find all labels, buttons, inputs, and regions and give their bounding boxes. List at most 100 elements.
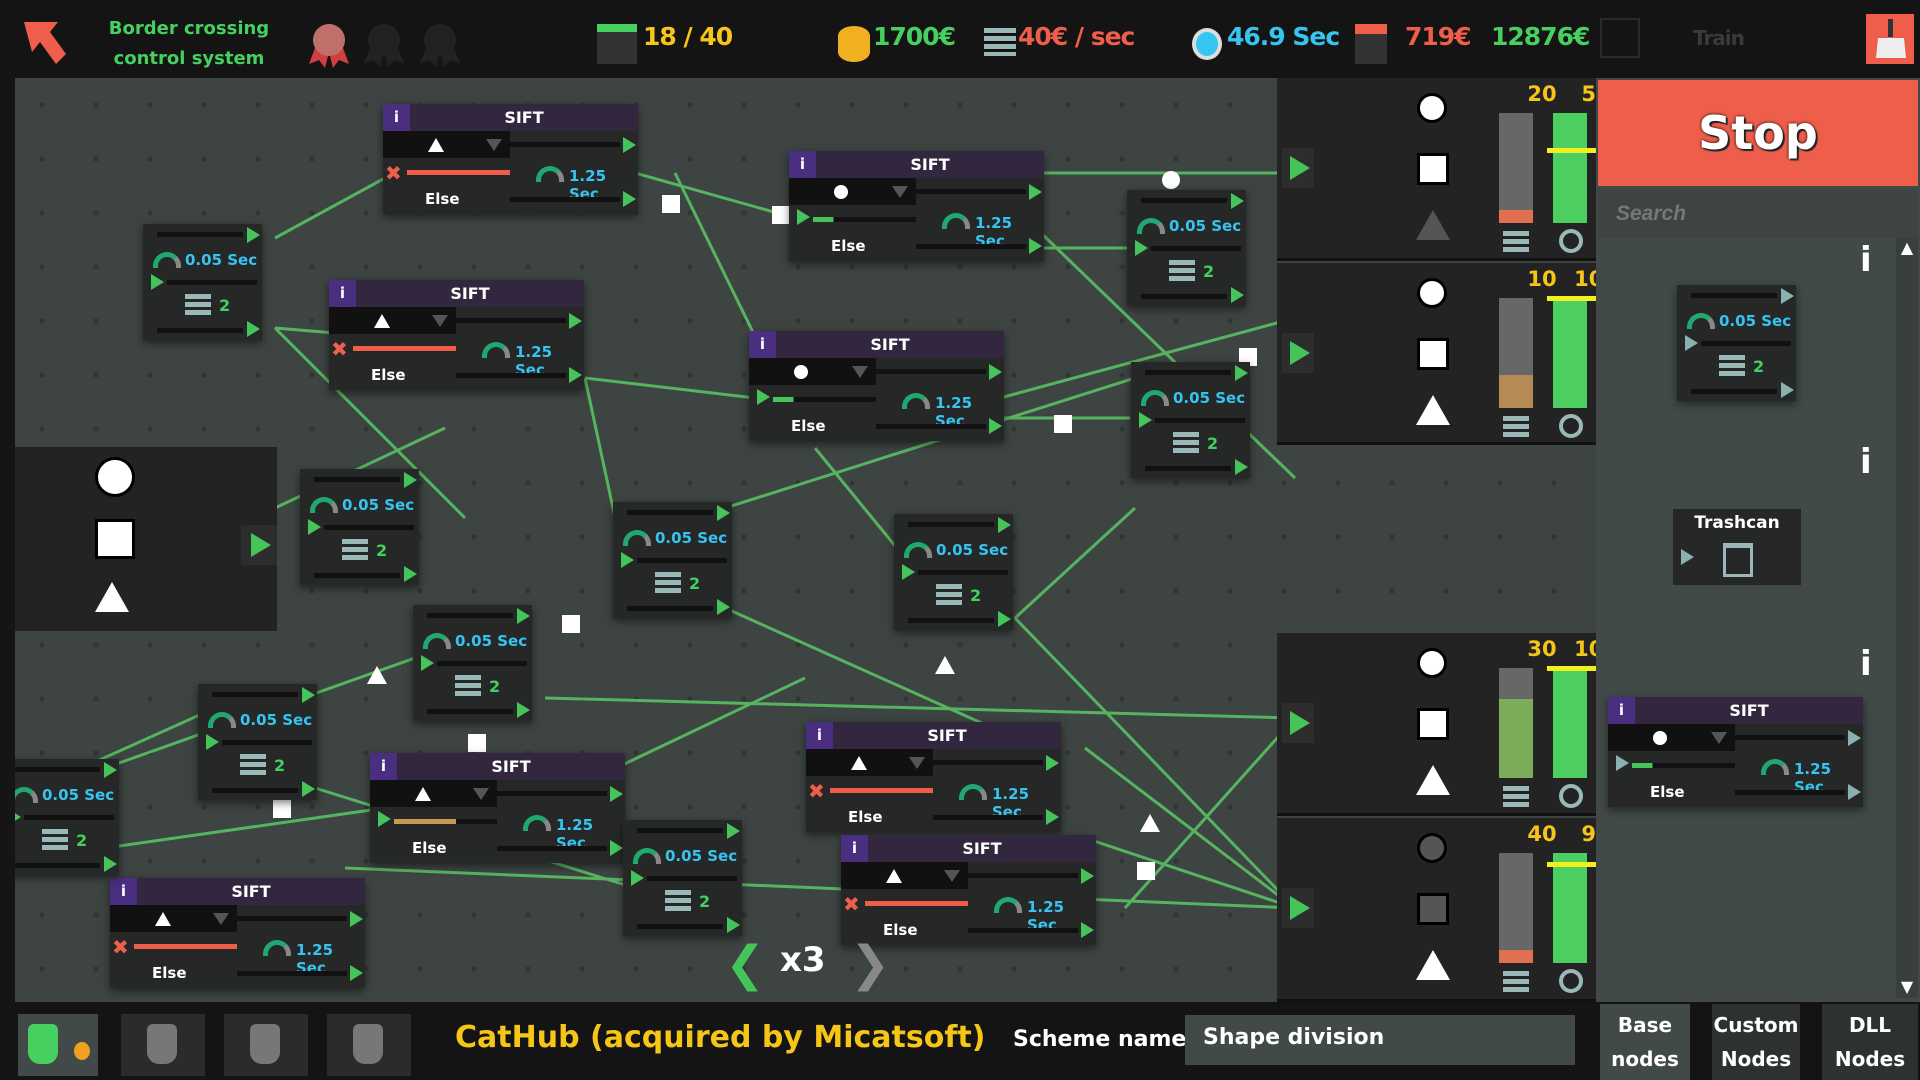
tab-base-nodes[interactable]: Base nodes [1600,1004,1690,1080]
filter-dropdown[interactable] [110,905,237,932]
output-port-else[interactable] [610,840,623,856]
info-button[interactable]: i [110,878,137,905]
output-port-else[interactable] [1029,238,1042,254]
clear-broom-button[interactable] [1866,14,1914,64]
output-port[interactable] [517,608,530,624]
input-port[interactable] [206,734,219,750]
input-port[interactable] [151,274,164,290]
tab-custom-nodes[interactable]: Custom Nodes [1712,1004,1800,1080]
output-port-else[interactable] [350,965,363,981]
sift-header[interactable]: i SIFT [841,835,1096,862]
sift-header[interactable]: i SIFT [806,722,1061,749]
output-port-match[interactable] [610,786,623,802]
output-port[interactable] [717,505,730,521]
output-port[interactable] [998,611,1011,627]
input-port[interactable] [621,552,634,568]
output-port[interactable] [247,227,260,243]
filter-dropdown[interactable] [806,749,933,776]
info-button[interactable]: i [329,280,356,307]
delay-node[interactable]: 0.05 Sec 2 [613,502,732,618]
sink-input-port[interactable] [1282,148,1314,188]
output-port-match[interactable] [1029,184,1042,200]
output-port-match[interactable] [1046,755,1059,771]
delay-node[interactable]: 0.05 Sec 2 [198,684,317,800]
train-button[interactable]: Train [1693,26,1745,50]
output-port[interactable] [104,762,117,778]
sift-node[interactable]: i SIFT ✖ 1.25 Sec Else [110,878,365,988]
output-port-match[interactable] [350,911,363,927]
output-port-match[interactable] [989,364,1002,380]
sift-header[interactable]: i SIFT [383,104,638,131]
delay-node[interactable]: 0.05 Sec 2 [15,759,119,875]
filter-dropdown[interactable] [383,131,510,158]
cat-slot[interactable] [18,1014,98,1076]
palette-trashcan[interactable]: Trashcan [1673,509,1801,585]
stop-button[interactable]: Stop [1598,80,1918,186]
output-port[interactable] [1781,382,1794,398]
delay-node[interactable]: 0.05 Sec 2 [1131,362,1250,478]
train-checkbox[interactable] [1600,18,1640,58]
output-port-match[interactable] [1848,730,1861,746]
input-port[interactable] [1616,755,1629,771]
speed-increase-button[interactable]: ❯ [850,936,890,992]
info-button[interactable]: i [789,151,816,178]
input-port[interactable] [15,809,21,825]
input-port[interactable] [1685,335,1698,351]
filter-dropdown[interactable] [841,862,968,889]
delay-node[interactable]: 0.05 Sec 2 [413,605,532,721]
scroll-up-icon[interactable]: ▲ [1896,238,1918,257]
sift-header[interactable]: i SIFT [370,753,625,780]
scheme-name-input[interactable]: Shape division [1185,1015,1575,1065]
source-output-port[interactable] [241,525,277,565]
input-port[interactable] [631,870,644,886]
info-button[interactable]: i [1608,697,1635,724]
output-port[interactable] [1235,365,1248,381]
delay-node[interactable]: 0.05 Sec 2 [623,820,742,936]
info-button[interactable]: i [806,722,833,749]
scroll-down-icon[interactable]: ▼ [1896,977,1918,996]
sift-node[interactable]: i SIFT 1.25 Sec Else [789,151,1044,261]
output-port-else[interactable] [569,367,582,383]
info-icon[interactable]: i [1860,442,1872,482]
output-port-else[interactable] [1046,809,1059,825]
output-port[interactable] [302,687,315,703]
output-port-else[interactable] [1848,784,1861,800]
output-port-match[interactable] [1081,868,1094,884]
output-port[interactable] [404,566,417,582]
sift-node[interactable]: i SIFT 1.25 Sec Else [749,331,1004,441]
delay-node[interactable]: 0.05 Sec 2 [300,469,419,585]
info-button[interactable]: i [370,753,397,780]
output-port[interactable] [517,702,530,718]
output-port[interactable] [1235,459,1248,475]
input-port[interactable] [1135,240,1148,256]
output-port-match[interactable] [569,313,582,329]
delay-node[interactable]: 0.05 Sec 2 [894,514,1013,630]
sift-header[interactable]: i SIFT [329,280,584,307]
output-port[interactable] [727,917,740,933]
cat-slot[interactable] [121,1014,205,1076]
sink-input-port[interactable] [1282,703,1314,743]
output-port-else[interactable] [1081,922,1094,938]
info-button[interactable]: i [383,104,410,131]
info-icon[interactable]: i [1860,240,1872,280]
sink-input-port[interactable] [1282,333,1314,373]
input-port[interactable] [757,389,770,405]
output-port-else[interactable] [989,418,1002,434]
delay-node[interactable]: 0.05 Sec 2 [143,224,262,340]
output-port[interactable] [1231,287,1244,303]
delay-node[interactable]: 0.05 Sec 2 [1127,190,1246,306]
output-port[interactable] [998,517,1011,533]
output-port-else[interactable] [623,191,636,207]
sift-header[interactable]: i SIFT [789,151,1044,178]
input-port[interactable] [902,564,915,580]
filter-dropdown[interactable] [329,307,456,334]
sift-node[interactable]: i SIFT ✖ 1.25 Sec Else [383,104,638,214]
delay-node[interactable]: 0.05 Sec 2 [1677,285,1796,401]
info-icon[interactable]: i [1860,644,1872,684]
output-port[interactable] [404,472,417,488]
tab-dll-nodes[interactable]: DLL Nodes [1822,1004,1918,1080]
sink-input-port[interactable] [1282,888,1314,928]
speed-decrease-button[interactable]: ❮ [725,936,765,992]
input-port[interactable] [308,519,321,535]
back-arrow-icon[interactable] [22,20,68,66]
